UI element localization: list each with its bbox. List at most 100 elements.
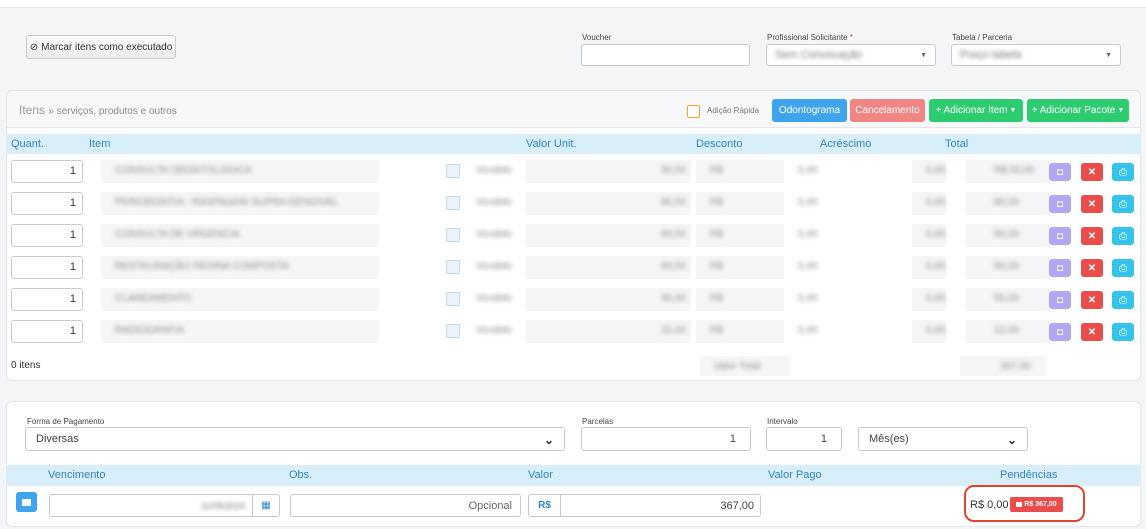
- unit-value-cell[interactable]: 95,00: [526, 288, 691, 311]
- col-valor-pago: Valor Pago: [768, 469, 822, 481]
- cancelamento-button[interactable]: Cancelamento: [850, 99, 925, 122]
- add-item-button[interactable]: + Adicionar Item ▼: [929, 99, 1023, 122]
- camera-button[interactable]: ◘: [1049, 195, 1071, 213]
- item-name-cell[interactable]: CONSULTA ODONTOLOGICA: [101, 160, 379, 183]
- item-name-cell[interactable]: RADIOGRAFIA: [101, 320, 379, 343]
- camera-button[interactable]: ◘: [1049, 323, 1071, 341]
- delete-button[interactable]: ✕: [1081, 195, 1103, 213]
- caret-down-icon: ▼: [1117, 107, 1125, 114]
- unit-value-cell[interactable]: 80,00: [526, 192, 691, 215]
- quick-add-checkbox[interactable]: [687, 105, 700, 118]
- comment-icon: [22, 498, 31, 506]
- print-button[interactable]: ⎙: [1112, 163, 1134, 181]
- quantity-input[interactable]: 1: [11, 160, 83, 183]
- calendar-icon[interactable]: ▦: [252, 495, 279, 516]
- print-button[interactable]: ⎙: [1112, 195, 1134, 213]
- discount-cell[interactable]: R$: [696, 288, 784, 311]
- addition-cell[interactable]: 0,00: [784, 256, 912, 279]
- addition-cell[interactable]: 0,00: [784, 160, 912, 183]
- status-checkbox[interactable]: [446, 164, 460, 178]
- quantity-input[interactable]: 1: [11, 256, 83, 279]
- voucher-input[interactable]: [581, 44, 750, 66]
- delete-button[interactable]: ✕: [1081, 291, 1103, 309]
- col-acrescimo: Acréscimo: [820, 138, 872, 150]
- intervalo-input[interactable]: 1: [766, 427, 842, 451]
- camera-icon: ◘: [1056, 294, 1064, 306]
- quantity-input[interactable]: 1: [11, 192, 83, 215]
- col-obs: Obs.: [289, 469, 313, 481]
- valor-input[interactable]: R$ 367,00: [528, 494, 761, 517]
- col-pendencias: Pendências: [1000, 469, 1058, 481]
- obs-input[interactable]: Opcional: [290, 494, 521, 517]
- profissional-select[interactable]: Sem Convocação ▼: [766, 44, 936, 66]
- print-button[interactable]: ⎙: [1112, 227, 1134, 245]
- camera-icon: ◘: [1056, 198, 1064, 210]
- odontograma-button[interactable]: Odontograma: [772, 99, 847, 122]
- comment-button[interactable]: [16, 492, 37, 512]
- col-item: Item: [89, 138, 111, 150]
- addition-cell[interactable]: 0,00: [784, 288, 912, 311]
- table-row: 1 RESTAURAÇÃO RESINA COMPOSTA Vendido 60…: [6, 252, 1141, 284]
- status-checkbox[interactable]: [446, 196, 460, 210]
- delete-button[interactable]: ✕: [1081, 323, 1103, 341]
- quantity-input[interactable]: 1: [11, 320, 83, 343]
- delete-button[interactable]: ✕: [1081, 227, 1103, 245]
- discount-cell[interactable]: R$: [696, 192, 784, 215]
- close-icon: ✕: [1087, 262, 1097, 274]
- periodo-select[interactable]: Mês(es) ⌄: [858, 427, 1028, 451]
- unit-value-cell[interactable]: 60,00: [526, 224, 691, 247]
- discount-cell[interactable]: R$: [696, 160, 784, 183]
- addition-cell[interactable]: 0,00: [784, 192, 912, 215]
- status-cell: Vendido: [462, 224, 522, 247]
- status-checkbox[interactable]: [446, 228, 460, 242]
- currency-addon: R$: [529, 495, 561, 516]
- col-valor-unit: Valor Unit.: [526, 138, 577, 150]
- print-button[interactable]: ⎙: [1112, 323, 1134, 341]
- item-name-cell[interactable]: RESTAURAÇÃO RESINA COMPOSTA: [101, 256, 379, 279]
- unit-value-cell[interactable]: 22,00: [526, 320, 691, 343]
- quantity-input[interactable]: 1: [11, 224, 83, 247]
- camera-button[interactable]: ◘: [1049, 227, 1071, 245]
- add-package-button[interactable]: + Adicionar Pacote ▼: [1027, 99, 1129, 122]
- vencimento-input[interactable]: 11/09/2024 ▦: [49, 494, 280, 517]
- forma-pagamento-select[interactable]: Diversas ⌄: [25, 427, 565, 451]
- unit-value-cell[interactable]: 50,00: [526, 160, 691, 183]
- status-checkbox[interactable]: [446, 292, 460, 306]
- discount-cell[interactable]: R$: [696, 256, 784, 279]
- items-column-header: Quant. Item Valor Unit. Desconto Acrésci…: [6, 134, 1141, 154]
- unit-value-cell[interactable]: 60,00: [526, 256, 691, 279]
- print-icon: ⎙: [1119, 166, 1127, 178]
- addition-cell[interactable]: 0,00: [784, 320, 912, 343]
- item-name-cell[interactable]: CLAREAMENTO: [101, 288, 379, 311]
- tabela-select[interactable]: Preço tabela ▼: [951, 44, 1121, 66]
- vencimento-value: 11/09/2024: [200, 500, 245, 511]
- parcelas-label: Parcelas: [582, 417, 614, 426]
- obs-placeholder: Opcional: [468, 499, 512, 512]
- camera-button[interactable]: ◘: [1049, 163, 1071, 181]
- delete-button[interactable]: ✕: [1081, 259, 1103, 277]
- periodo-value: Mês(es): [869, 433, 909, 445]
- status-checkbox[interactable]: [446, 324, 460, 338]
- delete-button[interactable]: ✕: [1081, 163, 1103, 181]
- item-name-cell[interactable]: CONSULTA DE URGENCIA: [101, 224, 379, 247]
- discount-cell[interactable]: R$: [696, 320, 784, 343]
- close-icon: ✕: [1087, 294, 1097, 306]
- camera-button[interactable]: ◘: [1049, 291, 1071, 309]
- addition-total-cell: 0,00: [912, 192, 946, 215]
- tabela-label: Tabela / Parceria: [952, 33, 1013, 42]
- item-name-cell[interactable]: PERIODONTIA - RASPAGEM SUPRA GENGIVAL: [101, 192, 379, 215]
- mark-executed-button[interactable]: ⊘ Marcar itens como executado: [26, 35, 176, 59]
- profissional-label: Profissional Solicitante *: [767, 33, 853, 42]
- discount-cell[interactable]: R$: [696, 224, 784, 247]
- total-cell: R$ 50,00: [966, 160, 1052, 183]
- camera-icon: ◘: [1056, 326, 1064, 338]
- addition-cell[interactable]: 0,00: [784, 224, 912, 247]
- addition-total-cell: 0,00: [912, 288, 946, 311]
- print-button[interactable]: ⎙: [1112, 291, 1134, 309]
- print-button[interactable]: ⎙: [1112, 259, 1134, 277]
- table-row: 1 CONSULTA DE URGENCIA Vendido 60,00 R$ …: [6, 220, 1141, 252]
- status-checkbox[interactable]: [446, 260, 460, 274]
- parcelas-input[interactable]: 1: [581, 427, 751, 451]
- camera-button[interactable]: ◘: [1049, 259, 1071, 277]
- quantity-input[interactable]: 1: [11, 288, 83, 311]
